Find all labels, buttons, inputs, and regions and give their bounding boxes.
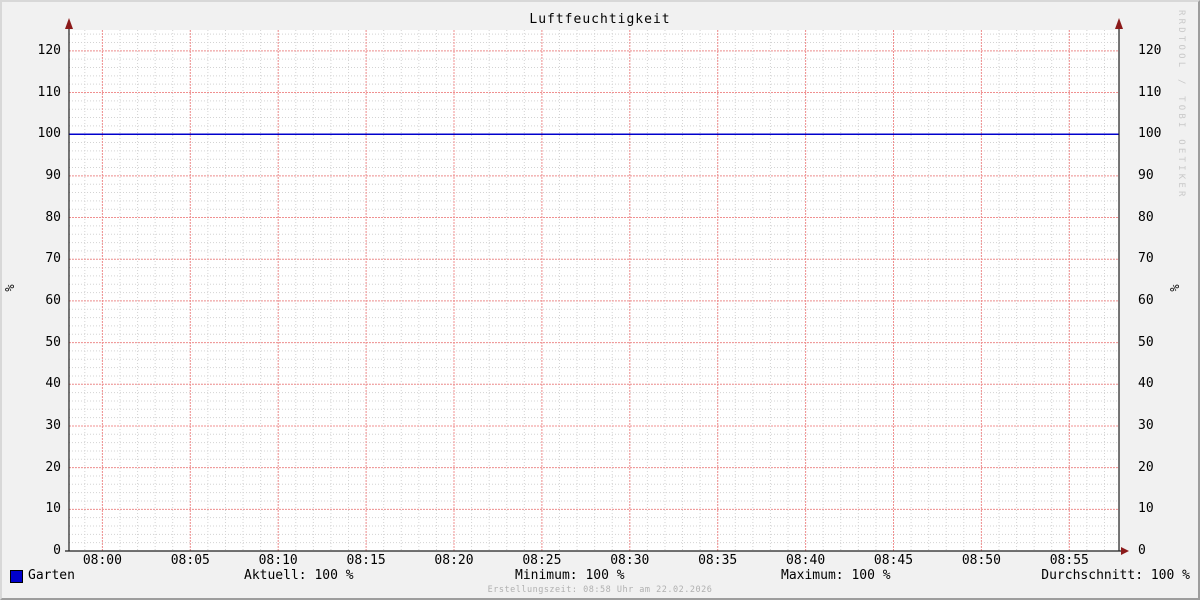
y-tick-label-left: 10	[27, 502, 61, 516]
y-tick-label-left: 100	[27, 127, 61, 141]
x-tick-label: 08:55	[1043, 554, 1095, 568]
y-tick-label-right: 80	[1138, 211, 1154, 225]
y-tick-label-right: 40	[1138, 377, 1154, 391]
y-tick-label-left: 90	[27, 169, 61, 183]
y-axis-unit-label-right: %	[1167, 280, 1183, 296]
y-tick-label-right: 90	[1138, 169, 1154, 183]
y-tick-label-left: 60	[27, 294, 61, 308]
x-tick-label: 08:05	[164, 554, 216, 568]
y-tick-label-right: 10	[1138, 502, 1154, 516]
plot-area	[2, 2, 1198, 598]
y-axis-unit-label-left: %	[2, 280, 18, 296]
x-tick-label: 08:20	[428, 554, 480, 568]
y-tick-label-left: 40	[27, 377, 61, 391]
x-tick-label: 08:45	[868, 554, 920, 568]
y-tick-label-left: 80	[27, 211, 61, 225]
x-tick-label: 08:15	[340, 554, 392, 568]
stat-minimum: Minimum: 100 %	[515, 569, 625, 583]
legend-swatch-garten	[10, 570, 23, 583]
x-tick-label: 08:30	[604, 554, 656, 568]
y-tick-label-right: 110	[1138, 86, 1161, 100]
creation-time-text: Erstellungszeit: 08:58 Uhr am 22.02.2026	[2, 585, 1198, 595]
legend-series-label: Garten	[28, 569, 75, 583]
y-tick-label-right: 30	[1138, 419, 1154, 433]
y-tick-label-left: 50	[27, 336, 61, 350]
stat-aktuell: Aktuell: 100 %	[244, 569, 354, 583]
y-tick-label-right: 20	[1138, 461, 1154, 475]
y-tick-label-right: 50	[1138, 336, 1154, 350]
x-axis-arrow	[1121, 547, 1129, 555]
x-tick-label: 08:10	[252, 554, 304, 568]
plot-canvas	[69, 30, 1119, 551]
y-tick-label-right: 0	[1138, 544, 1146, 558]
y-tick-label-right: 100	[1138, 127, 1161, 141]
x-tick-label: 08:00	[76, 554, 128, 568]
x-tick-label: 08:50	[955, 554, 1007, 568]
y-tick-label-left: 110	[27, 86, 61, 100]
y-tick-label-right: 60	[1138, 294, 1154, 308]
rrdtool-humidity-graph: Luftfeuchtigkeit % % 0 10 20 30 40 50 60 70 80 90…	[0, 0, 1200, 600]
y-tick-label-right: 120	[1138, 44, 1161, 58]
y-tick-label-left: 30	[27, 419, 61, 433]
x-tick-label: 08:40	[780, 554, 832, 568]
y-tick-label-left: 20	[27, 461, 61, 475]
rrdtool-watermark: RRDTOOL / TOBI OETIKER	[1176, 10, 1186, 200]
stat-maximum: Maximum: 100 %	[781, 569, 891, 583]
y-tick-label-left: 70	[27, 252, 61, 266]
x-tick-label: 08:25	[516, 554, 568, 568]
y-tick-label-right: 70	[1138, 252, 1154, 266]
chart-title: Luftfeuchtigkeit	[2, 12, 1198, 27]
x-tick-label: 08:35	[692, 554, 744, 568]
stat-durchschnitt: Durchschnitt: 100 %	[1041, 569, 1190, 583]
y-tick-label-left: 120	[27, 44, 61, 58]
y-tick-label-left: 0	[27, 544, 61, 558]
